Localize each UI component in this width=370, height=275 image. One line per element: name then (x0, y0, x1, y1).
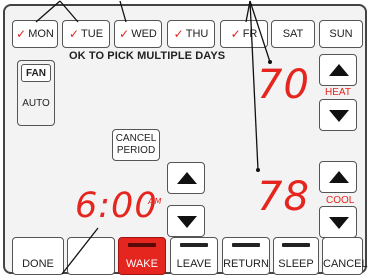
callout-dot (256, 168, 260, 172)
callout-line (61, 227, 99, 275)
callout-lines (35, 0, 272, 275)
callout-line (35, 0, 61, 23)
callout-dot (268, 60, 272, 64)
callout-line (59, 0, 79, 23)
callout-line (249, 0, 259, 171)
callout-line (245, 0, 251, 23)
callout-line (119, 0, 127, 23)
